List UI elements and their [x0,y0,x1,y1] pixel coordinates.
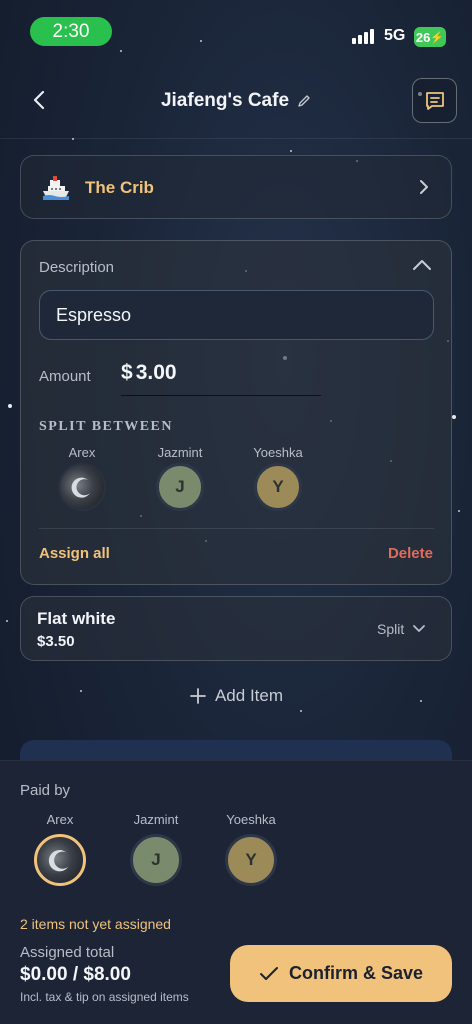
payer-name: Arex [46,812,74,827]
ship-icon [43,176,69,200]
item-name: Flat white [37,609,116,628]
member-name: Arex [68,445,96,460]
paid-by-label: Paid by [20,782,71,799]
member-name: Yoeshka [253,445,303,460]
chevron-down-icon [413,625,426,632]
split-member-yoeshka[interactable]: Yoeshka Y [238,445,318,511]
plus-icon [190,688,206,704]
title-edit[interactable]: Jiafeng's Cafe [0,90,472,112]
add-item-button[interactable]: Add Item [0,686,472,706]
checkmark-icon [259,966,278,980]
battery-level: 26 [415,29,431,45]
payer-arex[interactable]: Arex [20,812,100,886]
split-member-jazmint[interactable]: Jazmint J [140,445,220,511]
moon-icon [48,850,69,872]
description-label: Description [39,259,115,276]
avatar [34,834,86,886]
page-title: Jiafeng's Cafe [160,90,290,111]
avatar: J [130,834,182,886]
assigned-total-value: $0.00 / $8.00 [20,964,131,985]
unassigned-warning: 2 items not yet assigned [20,916,171,932]
confirm-save-label: Confirm & Save [288,963,424,983]
chevron-right-icon [420,180,428,194]
amount-label: Amount [39,368,91,385]
charging-icon: ⚡ [430,31,445,44]
battery-indicator: 26 ⚡ [414,27,446,47]
network-label: 5G [384,27,406,44]
avatar [58,463,106,511]
status-time: 2:30 [30,17,112,46]
assigned-total-label: Assigned total [20,944,115,961]
split-between-label: SPLIT BETWEEN [39,419,174,434]
group-name: The Crib [85,178,154,197]
item-editor-card: Description Amount $3.00 SPLIT BETWEEN A… [20,240,452,585]
moon-icon [71,477,90,498]
amount-currency: $ [121,361,133,384]
confirm-save-button[interactable]: Confirm & Save [230,945,452,1002]
delete-button[interactable]: Delete [388,545,433,562]
avatar: J [156,463,204,511]
avatar: Y [225,834,277,886]
assigned-total-note: Incl. tax & tip on assigned items [20,990,189,1004]
item-row[interactable]: Flat white $3.50 Split [20,596,452,661]
payer-yoeshka[interactable]: Yoeshka Y [211,812,291,886]
header: Jiafeng's Cafe [0,72,472,138]
amount-underline [121,395,321,396]
member-name: Jazmint [157,445,203,460]
split-toggle[interactable]: Split [377,621,426,637]
pencil-icon [298,95,310,107]
amount-input[interactable]: $3.00 [121,361,177,385]
payer-name: Yoeshka [226,812,276,827]
receipt-icon [425,91,444,110]
payment-summary-sheet: Paid by Arex Jazmint J Yoeshka Y 2 items… [0,760,472,1024]
description-input[interactable] [39,290,434,340]
item-price: $3.50 [37,633,75,650]
amount-value: 3.00 [135,361,177,384]
payer-name: Jazmint [133,812,179,827]
receipt-button[interactable] [412,78,457,123]
add-item-label: Add Item [214,686,284,705]
split-member-arex[interactable]: Arex [42,445,122,511]
payer-jazmint[interactable]: Jazmint J [116,812,196,886]
card-divider [39,528,434,529]
header-divider [0,138,472,139]
split-label: Split [377,621,405,637]
avatar: Y [254,463,302,511]
signal-icon [352,29,374,44]
group-selector[interactable]: The Crib [20,155,452,219]
chevron-up-icon[interactable] [411,257,433,273]
assign-all-button[interactable]: Assign all [39,545,110,562]
status-bar: 2:30 5G 26 ⚡ [0,0,472,62]
